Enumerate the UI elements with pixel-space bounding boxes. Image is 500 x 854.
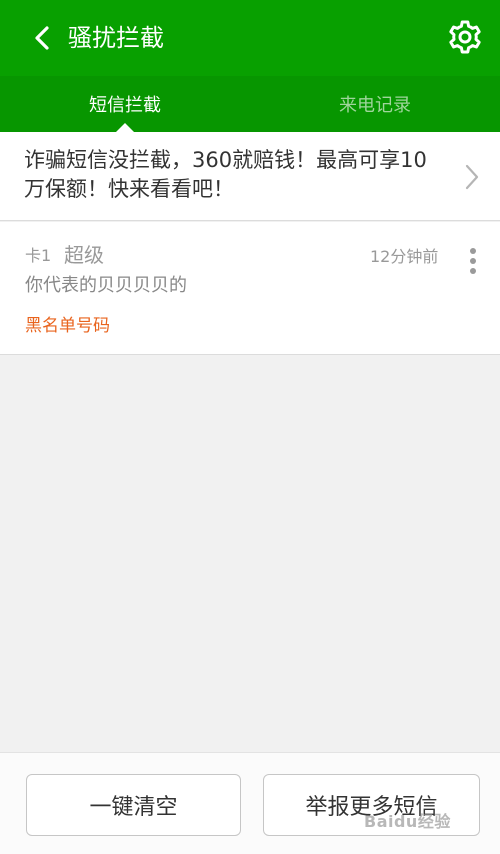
app-header: 骚扰拦截 — [0, 0, 500, 76]
chevron-right-icon — [465, 164, 479, 190]
message-body: 你代表的贝贝贝贝的 — [25, 275, 187, 296]
settings-button[interactable] — [444, 16, 486, 58]
tab-sms-block-label: 短信拦截 — [89, 95, 161, 116]
clear-all-button[interactable]: 一键清空 — [26, 774, 241, 836]
tab-sms-block[interactable]: 短信拦截 — [0, 76, 250, 132]
tab-call-log[interactable]: 来电记录 — [250, 76, 500, 132]
page-title: 骚扰拦截 — [68, 24, 164, 52]
tab-bar: 短信拦截 来电记录 — [0, 76, 500, 132]
message-sender: 超级 — [64, 243, 104, 267]
more-dot-icon — [470, 248, 476, 254]
tab-call-log-label: 来电记录 — [339, 95, 411, 116]
active-tab-indicator — [116, 123, 134, 132]
message-time: 12分钟前 — [370, 247, 439, 266]
more-dot-icon — [470, 258, 476, 264]
more-options-button[interactable] — [462, 246, 484, 276]
blacklist-tag: 黑名单号码 — [25, 316, 110, 336]
back-button[interactable] — [24, 20, 60, 56]
more-dot-icon — [470, 268, 476, 274]
sim-card-label: 卡1 — [25, 246, 52, 265]
promo-banner[interactable]: 诈骗短信没拦截，360就赔钱！最高可享10万保额！快来看看吧！ — [0, 132, 500, 221]
gear-icon — [449, 20, 481, 54]
promo-banner-text: 诈骗短信没拦截，360就赔钱！最高可享10万保额！快来看看吧！ — [24, 148, 427, 201]
watermark: Baidu经验 — [364, 812, 451, 831]
chevron-left-icon — [35, 26, 49, 50]
